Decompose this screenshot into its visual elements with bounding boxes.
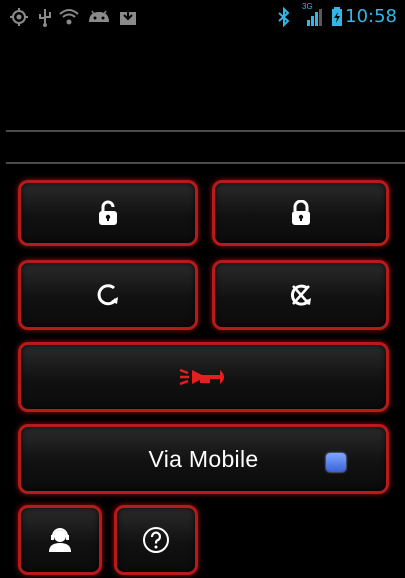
display-divider-top [6,130,405,132]
gps-icon [10,8,28,26]
start-engine-button[interactable] [18,260,198,330]
via-mobile-checkbox[interactable] [326,453,346,472]
help-button[interactable] [114,505,198,575]
via-mobile-toggle[interactable]: Via Mobile [18,424,389,494]
status-bar: 3G 10:58 [0,0,405,34]
unlock-button[interactable] [18,180,198,246]
usb-icon [39,9,51,27]
lock-button[interactable] [212,180,389,246]
stop-engine-button[interactable] [212,260,389,330]
support-button[interactable] [18,505,102,575]
wifi-icon [59,9,79,25]
help-icon [143,527,169,553]
bluetooth-icon [278,6,290,28]
display-divider-bottom [6,162,405,164]
unlock-icon [99,200,117,225]
support-agent-icon [49,528,71,552]
android-debug-icon [89,10,109,22]
horn-icon [179,368,224,386]
horn-button[interactable] [18,342,389,412]
signal-icon [307,9,322,26]
rotate-icon [97,284,118,306]
status-time: 10:58 [345,6,397,27]
battery-icon [332,7,342,26]
download-icon [120,9,136,25]
rotate-cancel-icon [290,284,311,306]
lock-icon [291,200,310,225]
via-mobile-label: Via Mobile [148,445,259,472]
